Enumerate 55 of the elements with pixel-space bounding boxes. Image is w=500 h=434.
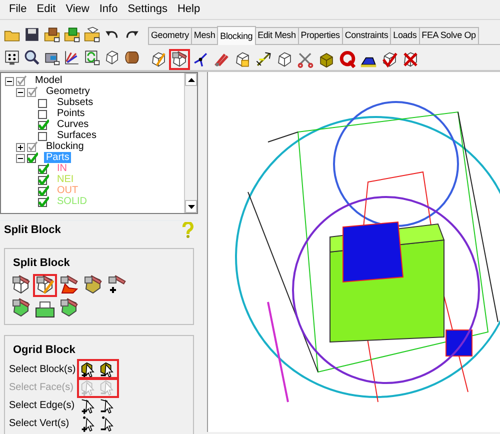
menu-item[interactable]: Settings (122, 0, 172, 21)
checkbox[interactable] (27, 141, 38, 152)
add-select-icon[interactable] (81, 360, 96, 378)
expand-toggle-icon[interactable] (16, 142, 25, 151)
checkbox[interactable] (38, 196, 49, 207)
collapse-toggle-icon[interactable] (5, 76, 14, 85)
scroll-down-icon[interactable] (185, 200, 197, 213)
collapse-toggle-icon[interactable] (16, 87, 25, 96)
tab[interactable]: Properties (298, 27, 343, 44)
tab[interactable]: FEA Solve Op (418, 27, 479, 44)
option-label: Select Block(s) (9, 362, 77, 376)
tab[interactable]: Edit Mesh (254, 27, 299, 44)
collapse-toggle-icon[interactable] (16, 153, 25, 162)
option-label: Select Vert(s) (9, 416, 70, 430)
tree-item[interactable]: Blocking (44, 141, 86, 152)
tab[interactable]: Geometry (148, 27, 192, 44)
panel-title: Split Block (4, 223, 61, 238)
tree-item[interactable]: Geometry (44, 86, 92, 97)
scroll-up-icon[interactable] (185, 73, 197, 86)
checkbox[interactable] (16, 75, 27, 86)
checkbox[interactable] (38, 174, 49, 185)
tab[interactable]: Blocking (217, 26, 256, 44)
tree-item[interactable]: Curves (55, 119, 91, 130)
option-label: Select Edge(s) (9, 398, 76, 412)
tab[interactable]: Loads (390, 27, 420, 44)
checkbox[interactable] (27, 86, 38, 97)
checkbox[interactable] (38, 97, 49, 108)
hammer-pencil-icon[interactable] (33, 274, 57, 296)
checkbox[interactable] (38, 108, 49, 119)
tree-item[interactable]: Points (55, 108, 87, 119)
tab[interactable]: Mesh (190, 27, 218, 44)
hammer-polyhedron-icon[interactable] (169, 48, 190, 70)
remove-select-icon[interactable] (100, 360, 115, 378)
folder-wire-icon[interactable] (82, 24, 102, 45)
tree-item[interactable]: Surfaces (55, 130, 98, 141)
checkbox[interactable] (27, 152, 38, 163)
checkbox[interactable] (38, 185, 49, 196)
option-label: Select Face(s) (9, 380, 74, 394)
menu-item[interactable]: File (4, 0, 32, 21)
checkbox[interactable] (38, 130, 49, 141)
q-letter-icon[interactable] (337, 48, 358, 70)
group-title: Split Block (11, 255, 72, 272)
checkbox[interactable] (38, 163, 49, 174)
menu-item[interactable]: Info (94, 0, 123, 21)
tab[interactable]: Constraints (342, 27, 392, 44)
add-select-icon[interactable] (81, 414, 96, 432)
add-select-icon[interactable] (81, 396, 96, 414)
remove-select-icon[interactable] (100, 396, 115, 414)
menu-item[interactable]: Edit (32, 0, 61, 21)
menu-item[interactable]: Help (172, 0, 206, 21)
tree-item[interactable]: Subsets (55, 97, 96, 108)
menu-item[interactable]: View (60, 0, 94, 21)
checkbox[interactable] (38, 119, 49, 130)
remove-select-icon[interactable] (100, 414, 115, 432)
tree-item[interactable]: Model (33, 75, 64, 86)
